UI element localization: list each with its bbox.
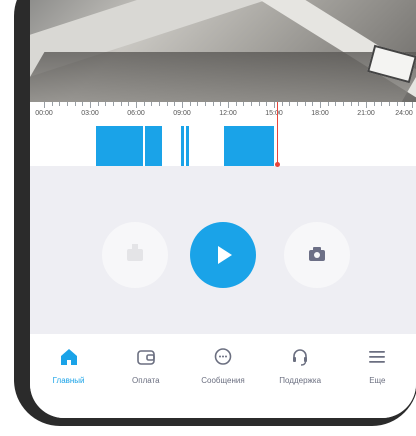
timeline-tick xyxy=(258,102,260,106)
timeline-label: 21:00 xyxy=(357,110,375,117)
timeline-tick xyxy=(44,102,45,108)
menu-icon xyxy=(366,346,388,368)
nav-item-messages[interactable]: Сообщения xyxy=(187,346,259,385)
snapshot-button[interactable] xyxy=(284,222,350,288)
nav-item-support[interactable]: Поддержка xyxy=(264,346,336,385)
timeline-tick xyxy=(174,102,176,106)
timeline-tick xyxy=(220,102,222,106)
recording-segment[interactable] xyxy=(181,126,184,166)
timeline-tick xyxy=(120,102,122,106)
play-button[interactable] xyxy=(190,222,256,288)
timeline-label: 06:00 xyxy=(127,110,145,117)
timeline-tick xyxy=(128,102,130,106)
nav-item-home[interactable]: Главный xyxy=(33,346,105,385)
timeline-tick xyxy=(274,102,275,108)
timeline-tick xyxy=(304,102,306,106)
timeline-tick xyxy=(151,102,153,106)
timeline-label: 00:00 xyxy=(35,110,53,117)
nav-label: Оплата xyxy=(132,376,160,385)
timeline-tick xyxy=(404,102,406,106)
timeline-tick xyxy=(166,102,168,106)
timeline-tick xyxy=(159,102,160,106)
recording-segment[interactable] xyxy=(224,126,274,166)
timeline-tick xyxy=(97,102,99,106)
nav-item-more[interactable]: Еще xyxy=(341,346,413,385)
timeline-tick xyxy=(59,102,61,106)
timeline-tick xyxy=(67,102,68,106)
timeline-label: 12:00 xyxy=(219,110,237,117)
timeline-tick xyxy=(396,102,398,106)
timeline-tick xyxy=(358,102,360,106)
timeline-label: 15:00 xyxy=(265,110,283,117)
playback-controls xyxy=(30,166,416,334)
timeline-tick xyxy=(343,102,344,106)
home-icon xyxy=(58,346,80,368)
timeline-tick xyxy=(228,102,229,108)
timeline-tick xyxy=(90,102,91,108)
nav-label: Сообщения xyxy=(201,376,245,385)
timeline-tick xyxy=(381,102,383,106)
timeline-tick xyxy=(289,102,291,106)
timeline-tick xyxy=(335,102,337,106)
timeline-label: 03:00 xyxy=(81,110,99,117)
timeline-tick xyxy=(197,102,199,106)
timeline-tick xyxy=(320,102,321,108)
nav-label: Главный xyxy=(52,376,85,385)
timeline-tick xyxy=(182,102,183,108)
timeline-tick xyxy=(243,102,245,106)
nav-label: Поддержка xyxy=(279,376,322,385)
timeline-tick xyxy=(312,102,314,106)
timeline-tick xyxy=(327,102,329,106)
timeline-playhead[interactable] xyxy=(275,102,280,167)
timeline-tick xyxy=(205,102,206,106)
recording-segment[interactable] xyxy=(186,126,189,166)
segment-divider xyxy=(143,126,145,166)
timeline-tick xyxy=(212,102,214,106)
timeline-tick xyxy=(235,102,237,106)
timeline-tick xyxy=(136,102,137,108)
timeline-tick xyxy=(389,102,390,106)
camera-scene-floor xyxy=(30,52,416,102)
timeline-label: 18:00 xyxy=(311,110,329,117)
timeline-tick xyxy=(412,102,414,108)
camera-live-view[interactable] xyxy=(30,0,416,102)
timeline-tick xyxy=(350,102,352,106)
camera-icon xyxy=(309,246,325,261)
recording-timeline[interactable]: 00:00 03:00 06:00 09:00 12:00 15:00 18:0… xyxy=(30,102,416,167)
app-screen: 00:00 03:00 06:00 09:00 12:00 15:00 18:0… xyxy=(30,0,416,418)
ptz-icon xyxy=(127,244,143,261)
timeline-label: 09:00 xyxy=(173,110,191,117)
timeline-tick xyxy=(113,102,114,106)
timeline-tick xyxy=(366,102,367,108)
play-icon xyxy=(218,246,232,264)
ptz-button[interactable] xyxy=(102,222,168,288)
timeline-label: 24:00 xyxy=(395,110,413,117)
timeline-tick xyxy=(105,102,107,106)
headset-icon xyxy=(289,346,311,368)
recording-segment[interactable] xyxy=(96,126,162,166)
timeline-tick xyxy=(189,102,191,106)
wallet-icon xyxy=(135,346,157,368)
timeline-tick xyxy=(74,102,76,106)
nav-label: Еще xyxy=(369,376,386,385)
timeline-tick xyxy=(82,102,84,106)
timeline-tick xyxy=(251,102,252,106)
timeline-tick xyxy=(281,102,283,106)
timeline-tick xyxy=(297,102,298,106)
timeline-tick xyxy=(266,102,268,106)
timeline-tick xyxy=(51,102,53,106)
timeline-tick xyxy=(373,102,375,106)
chat-icon xyxy=(212,346,234,368)
nav-item-payment[interactable]: Оплата xyxy=(110,346,182,385)
timeline-tick xyxy=(143,102,145,106)
bottom-navigation: Главный Оплата Сообщения Поддержка Еще xyxy=(30,334,416,418)
